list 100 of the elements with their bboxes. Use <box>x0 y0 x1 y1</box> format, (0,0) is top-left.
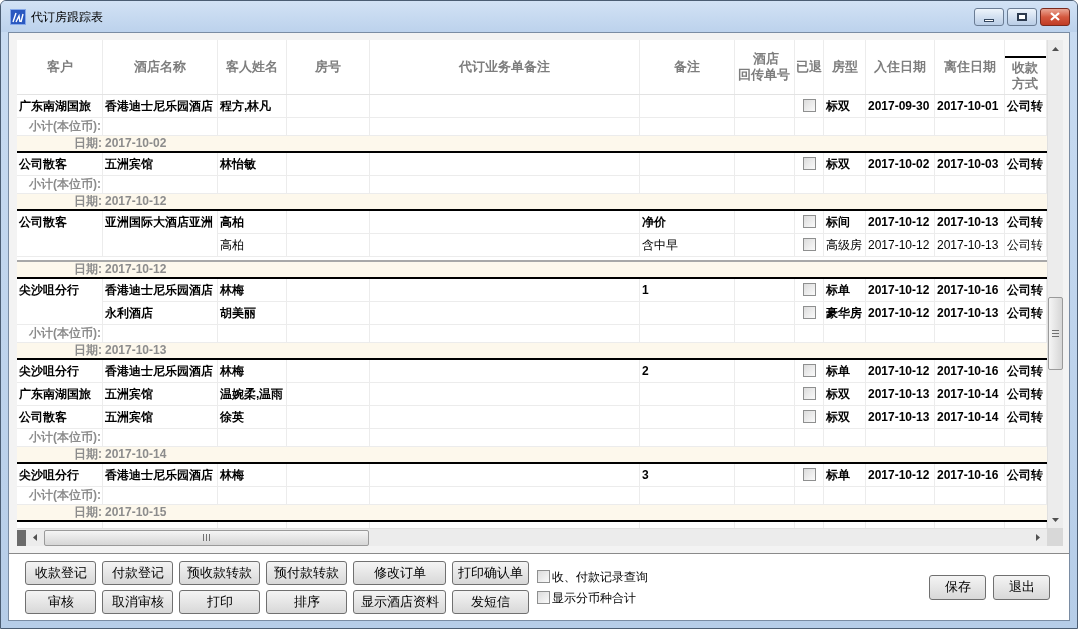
table-cell-text: 高柏 <box>219 214 245 231</box>
table-cell-text: 2017-10-16 <box>936 363 1000 380</box>
checkbox[interactable] <box>802 238 816 251</box>
table-cell-text: 亚洲国际大酒店亚洲 <box>104 214 214 231</box>
date-label: 日期: <box>73 262 103 277</box>
table-cell-text: 公司转 <box>1006 305 1044 322</box>
column-header[interactable]: 酒店回传单号 <box>735 51 794 83</box>
date-value: 2017-10-13 <box>104 343 168 358</box>
scroll-right-icon[interactable] <box>1036 534 1040 541</box>
table-cell-text: 五洲宾馆 <box>104 156 154 173</box>
action-button[interactable]: 排序 <box>266 589 347 614</box>
checkbox[interactable] <box>802 387 816 400</box>
checkbox[interactable] <box>802 215 816 228</box>
date-label: 日期: <box>73 447 103 462</box>
scrollbar-corner <box>1047 528 1063 546</box>
checkbox[interactable] <box>802 99 816 112</box>
scroll-down-icon[interactable] <box>1052 517 1059 522</box>
checkbox[interactable] <box>537 570 550 583</box>
window-title: 代订房跟踪表 <box>31 8 103 26</box>
table-cell-text: 2017-10-13 <box>936 237 1000 254</box>
action-button[interactable]: 发短信 <box>452 589 529 614</box>
table-cell-text: 公司散客 <box>18 409 68 426</box>
column-header[interactable]: 客户 <box>17 59 102 75</box>
table-cell-text: 广东南湖国旅 <box>18 386 92 403</box>
scrollbar-thumb[interactable] <box>1048 297 1063 370</box>
minimize-button[interactable] <box>974 7 1004 26</box>
table-cell-text: 公司转 <box>1006 409 1044 426</box>
column-header[interactable]: 客人姓名 <box>218 59 286 75</box>
table-cell-text: 徐英 <box>219 409 245 426</box>
action-button[interactable]: 审核 <box>25 589 96 614</box>
date-label: 日期: <box>73 194 103 209</box>
table-cell-text: 公司转 <box>1006 467 1044 484</box>
table-cell-text: 林梅 <box>219 363 245 380</box>
date-label: 日期: <box>73 505 103 520</box>
subtotal-label: 小计(本位币): <box>28 176 102 193</box>
checkbox[interactable] <box>802 364 816 377</box>
table-cell-text: 标双 <box>825 156 851 173</box>
horizontal-scrollbar[interactable] <box>17 528 1047 546</box>
close-button[interactable] <box>1040 7 1070 26</box>
table-cell-text: 2017-10-13 <box>936 214 1000 231</box>
table-cell-text: 永利酒店 <box>104 305 154 322</box>
checkbox[interactable] <box>537 591 550 604</box>
date-value: 2017-10-12 <box>104 194 168 209</box>
table-cell-text: 标双 <box>825 386 851 403</box>
maximize-button[interactable] <box>1007 7 1037 26</box>
action-button[interactable]: 预付款转款 <box>266 560 347 585</box>
minimize-icon <box>984 18 994 22</box>
column-header[interactable]: 代订业务单备注 <box>370 59 639 75</box>
scrollbar-thumb[interactable] <box>44 529 369 546</box>
app-icon <box>10 8 26 25</box>
scroll-up-icon[interactable] <box>1052 46 1059 51</box>
date-value: 2017-10-14 <box>104 447 168 462</box>
column-header[interactable]: 房型 <box>824 59 865 75</box>
action-button[interactable]: 显示酒店资料 <box>353 589 446 614</box>
checkbox[interactable] <box>802 157 816 170</box>
table-cell-text: 2017-10-16 <box>936 282 1000 299</box>
splitter-handle[interactable] <box>17 529 26 546</box>
table-cell-text: 公司散客 <box>18 214 68 231</box>
column-header[interactable]: 备注 <box>640 59 734 75</box>
table-cell-text: 2017-10-12 <box>867 363 931 380</box>
table-cell-text: 2017-10-03 <box>936 156 1000 173</box>
table-cell-text: 2017-09-30 <box>867 98 931 115</box>
table-cell-text: 2017-10-14 <box>936 409 1000 426</box>
column-header[interactable]: 入住日期 <box>866 59 934 75</box>
dialog-button[interactable]: 保存 <box>929 574 986 600</box>
column-header[interactable]: 已退 <box>795 59 823 75</box>
table-cell-text: 香港迪士尼乐园酒店 <box>104 467 214 484</box>
action-button[interactable]: 预收款转款 <box>179 560 260 585</box>
date-value: 2017-10-02 <box>104 136 168 151</box>
table-cell-text: 2017-10-01 <box>936 98 1000 115</box>
table-cell-text: 五洲宾馆 <box>104 409 154 426</box>
table-cell-text: 高柏 <box>219 237 245 254</box>
table-cell-text: 2017-10-12 <box>867 237 931 254</box>
column-header[interactable]: 房号 <box>287 59 369 75</box>
action-button[interactable]: 打印 <box>179 589 260 614</box>
action-button[interactable]: 修改订单 <box>353 560 446 585</box>
table-cell-text: 公司散客 <box>18 156 68 173</box>
checkbox[interactable] <box>802 468 816 481</box>
table-cell-text: 标双 <box>825 409 851 426</box>
checkbox[interactable] <box>802 283 816 296</box>
subtotal-label: 小计(本位币): <box>28 429 102 446</box>
action-button[interactable]: 打印确认单 <box>452 560 529 585</box>
action-button[interactable]: 付款登记 <box>102 560 173 585</box>
table-cell-text: 豪华房 <box>825 305 863 322</box>
table-cell-text: 标双 <box>825 98 851 115</box>
table-cell-text: 林梅 <box>219 467 245 484</box>
vertical-scrollbar[interactable] <box>1047 40 1063 528</box>
column-header[interactable]: 酒店名称 <box>103 59 217 75</box>
checkbox[interactable] <box>802 306 816 319</box>
table-cell-text: 净价 <box>641 214 667 231</box>
action-button[interactable]: 取消审核 <box>102 589 173 614</box>
scroll-left-icon[interactable] <box>33 534 37 541</box>
grip-icon <box>1052 330 1059 337</box>
checkbox[interactable] <box>802 410 816 423</box>
dialog-button[interactable]: 退出 <box>993 574 1050 600</box>
action-button[interactable]: 收款登记 <box>25 560 96 585</box>
table-cell-text: 2017-10-13 <box>867 386 931 403</box>
table-cell-text: 2017-10-16 <box>936 467 1000 484</box>
subtotal-label: 小计(本位币): <box>28 487 102 504</box>
column-header[interactable]: 离住日期 <box>935 59 1004 75</box>
